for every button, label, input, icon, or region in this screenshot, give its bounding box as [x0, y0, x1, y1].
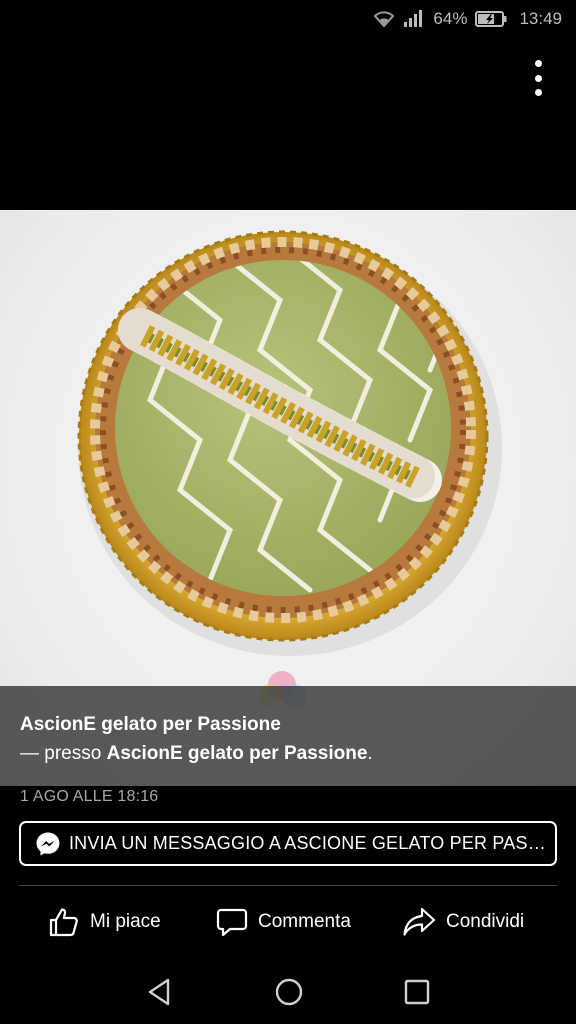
dot	[534, 89, 542, 96]
comment-icon	[216, 908, 248, 937]
location-prefix: — presso	[20, 743, 107, 764]
location-line: — presso AscionE gelato per Passione.	[20, 739, 556, 768]
share-icon	[403, 907, 436, 936]
more-options-icon[interactable]	[528, 60, 548, 96]
dot	[534, 74, 542, 82]
clock: 13:49	[519, 9, 562, 28]
like-label: Mi piace	[90, 911, 161, 932]
home-icon[interactable]	[274, 977, 304, 1007]
share-label: Condividi	[446, 911, 525, 932]
signal-icon	[404, 10, 423, 27]
status-bar: 64% 13:49	[0, 0, 576, 38]
page-name-link[interactable]: AscionE gelato per Passione	[20, 714, 281, 735]
system-nav-bar	[0, 962, 576, 1024]
comment-label: Commenta	[258, 911, 351, 932]
like-button[interactable]: Mi piace	[48, 906, 161, 938]
post-actions: Mi piace Commenta Condividi	[0, 896, 576, 948]
back-icon[interactable]	[146, 977, 174, 1007]
comment-button[interactable]: Commenta	[216, 906, 351, 938]
wifi-icon	[374, 11, 395, 28]
location-suffix: .	[367, 743, 373, 764]
location-link[interactable]: AscionE gelato per Passione	[107, 743, 368, 764]
divider	[19, 885, 557, 886]
share-button[interactable]: Condividi	[402, 906, 524, 938]
send-message-button[interactable]: INVIA UN MESSAGGIO A ASCIONE GELATO PER …	[19, 821, 557, 866]
messenger-icon	[36, 832, 60, 855]
dot	[534, 60, 542, 67]
send-message-label: INVIA UN MESSAGGIO A ASCIONE GELATO PER …	[68, 833, 555, 853]
thumbs-up-icon	[49, 908, 78, 937]
battery-charging-icon	[475, 11, 507, 27]
recent-apps-icon[interactable]	[404, 979, 430, 1005]
battery-percent: 64%	[433, 9, 468, 28]
post-caption: AscionE gelato per Passione — presso Asc…	[0, 686, 576, 786]
post-date[interactable]: 1 AGO ALLE 18:16	[20, 788, 158, 806]
